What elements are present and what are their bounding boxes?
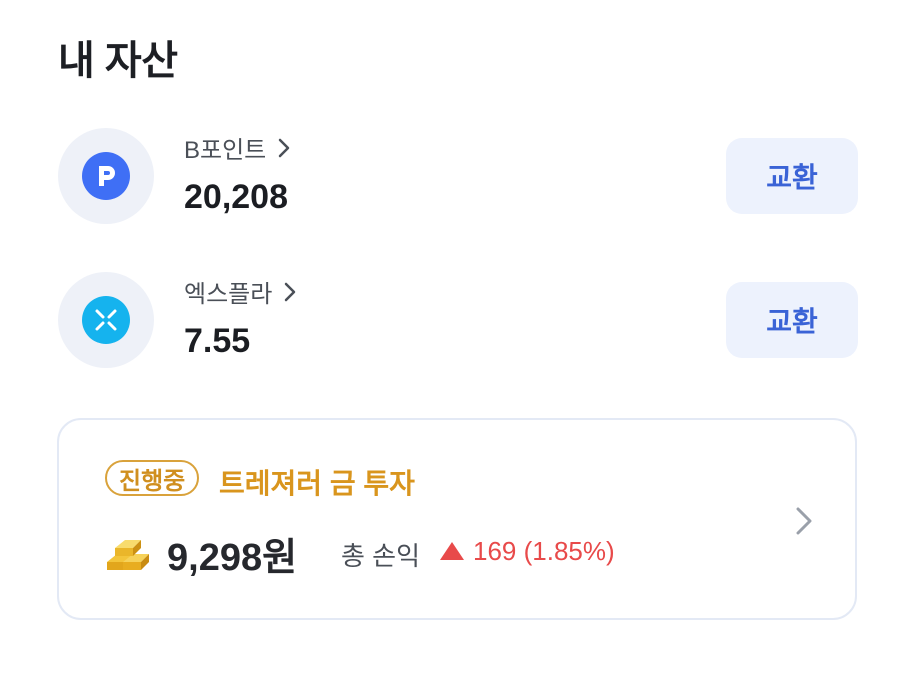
profit-value: 169 (1.85%)	[473, 536, 615, 566]
asset-name-label: 엑스플라	[184, 281, 273, 308]
asset-value: 7.55	[184, 322, 251, 360]
asset-value: 20,208	[184, 178, 288, 216]
p-point-icon	[82, 152, 130, 200]
asset-name-label: B포인트	[184, 137, 267, 164]
gold-investment-card[interactable]: 진행중 트레져러 금 투자 9,298원 총 손익 169 (1.85%)	[57, 418, 857, 620]
investment-title: 트레져러 금 투자	[219, 468, 415, 499]
asset-name-link[interactable]: 엑스플라	[184, 274, 296, 309]
asset-name-link[interactable]: B포인트	[184, 130, 290, 165]
chevron-right-icon	[795, 506, 813, 541]
page-title: 내 자산	[58, 39, 178, 83]
asset-icon-container	[58, 272, 154, 368]
gold-bars-icon	[103, 532, 155, 577]
triangle-up-icon	[439, 540, 465, 567]
exchange-button-xpla[interactable]: 교환	[726, 282, 858, 358]
xpla-icon	[82, 296, 130, 344]
asset-icon-container	[58, 128, 154, 224]
status-badge: 진행중	[105, 460, 200, 496]
asset-row-xpla: 엑스플라 7.55 교환	[58, 272, 858, 368]
chevron-right-icon	[284, 282, 296, 302]
profit-label: 총 손익	[341, 541, 420, 571]
asset-row-bpoint: B포인트 20,208 교환	[58, 128, 858, 224]
exchange-button-bpoint[interactable]: 교환	[726, 138, 858, 214]
investment-amount: 9,298원	[167, 537, 298, 579]
chevron-right-icon	[278, 138, 290, 158]
